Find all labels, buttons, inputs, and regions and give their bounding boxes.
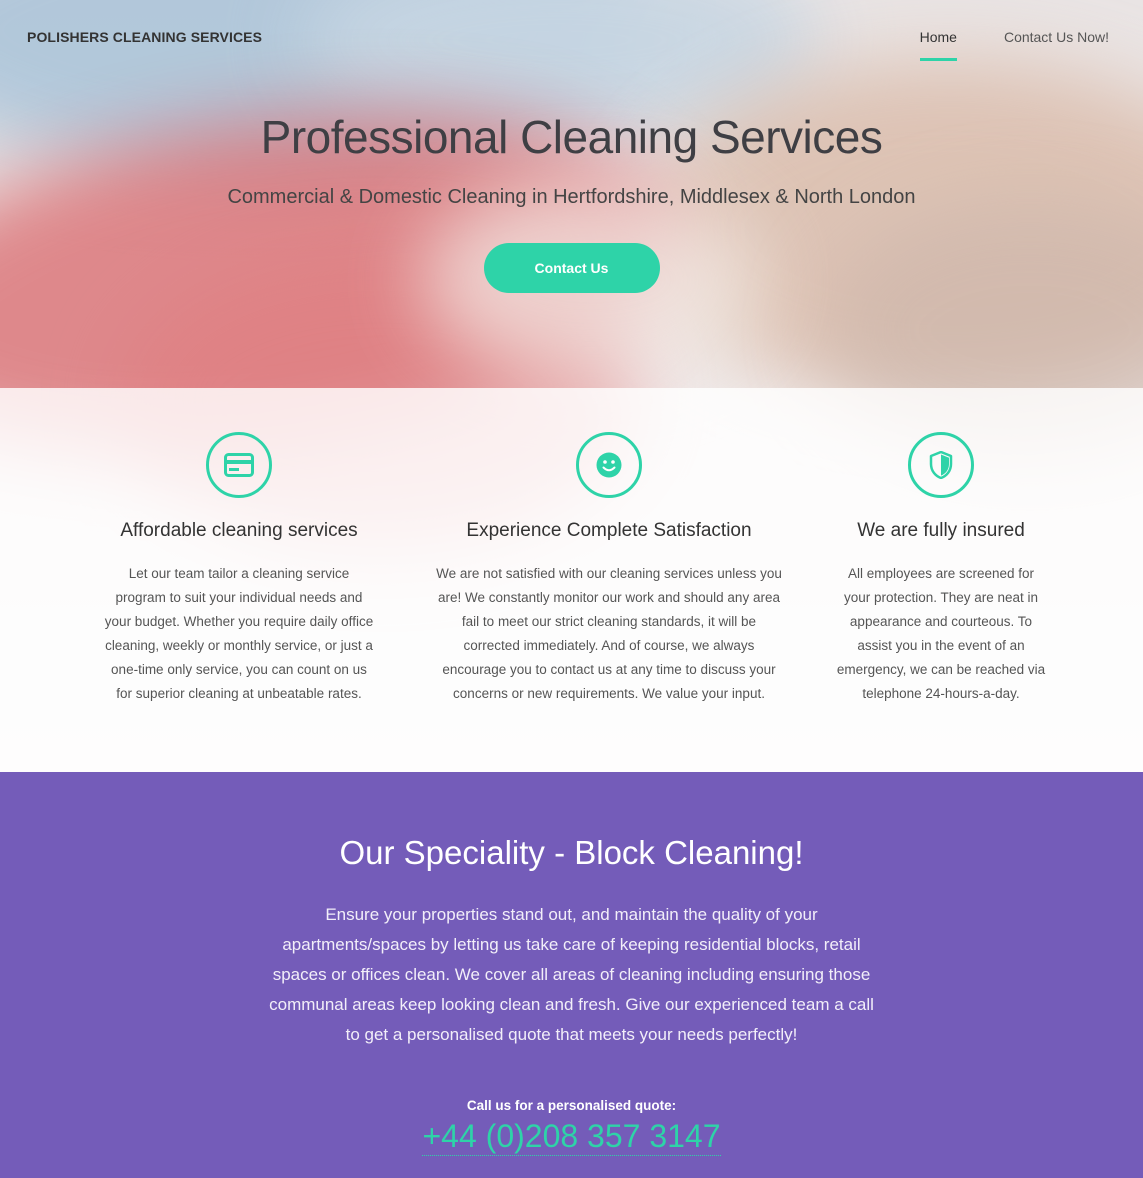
- feature-title: We are fully insured: [857, 520, 1025, 541]
- contact-us-button[interactable]: Contact Us: [483, 243, 660, 293]
- smiley-face-icon: [576, 432, 642, 498]
- phone-number-link[interactable]: +44 (0)208 357 3147: [422, 1117, 721, 1156]
- speciality-text: Ensure your properties stand out, and ma…: [269, 905, 874, 1044]
- hero-subtitle: Commercial & Domestic Cleaning in Hertfo…: [227, 186, 916, 208]
- feature-insured: We are fully insured All employees are s…: [835, 432, 1047, 706]
- speciality-title: Our Speciality - Block Cleaning!: [339, 834, 804, 871]
- hero-title: Professional Cleaning Services: [260, 111, 883, 163]
- hero-section: Professional Cleaning Services Commercia…: [0, 110, 1143, 293]
- credit-card-icon: [206, 432, 272, 498]
- nav-item-contact[interactable]: Contact Us Now!: [1004, 29, 1109, 61]
- site-header: POLISHERS CLEANING SERVICES Home Contact…: [0, 0, 1143, 80]
- feature-title: Affordable cleaning services: [120, 520, 358, 541]
- feature-text: We are not satisfied with our cleaning s…: [436, 566, 782, 701]
- feature-text: Let our team tailor a cleaning service p…: [104, 566, 374, 701]
- feature-title: Experience Complete Satisfaction: [466, 520, 752, 541]
- quote-label: Call us for a personalised quote:: [466, 1098, 677, 1113]
- feature-text: All employees are screened for your prot…: [836, 566, 1046, 701]
- feature-satisfaction: Experience Complete Satisfaction We are …: [434, 432, 784, 706]
- speciality-section: Our Speciality - Block Cleaning! Ensure …: [0, 772, 1143, 1178]
- site-brand[interactable]: POLISHERS CLEANING SERVICES: [27, 29, 262, 45]
- feature-affordable: Affordable cleaning services Let our tea…: [104, 432, 374, 706]
- shield-icon: [908, 432, 974, 498]
- main-nav: Home Contact Us Now!: [919, 29, 1109, 61]
- features-section: Affordable cleaning services Let our tea…: [0, 388, 1143, 772]
- nav-item-home[interactable]: Home: [919, 29, 957, 61]
